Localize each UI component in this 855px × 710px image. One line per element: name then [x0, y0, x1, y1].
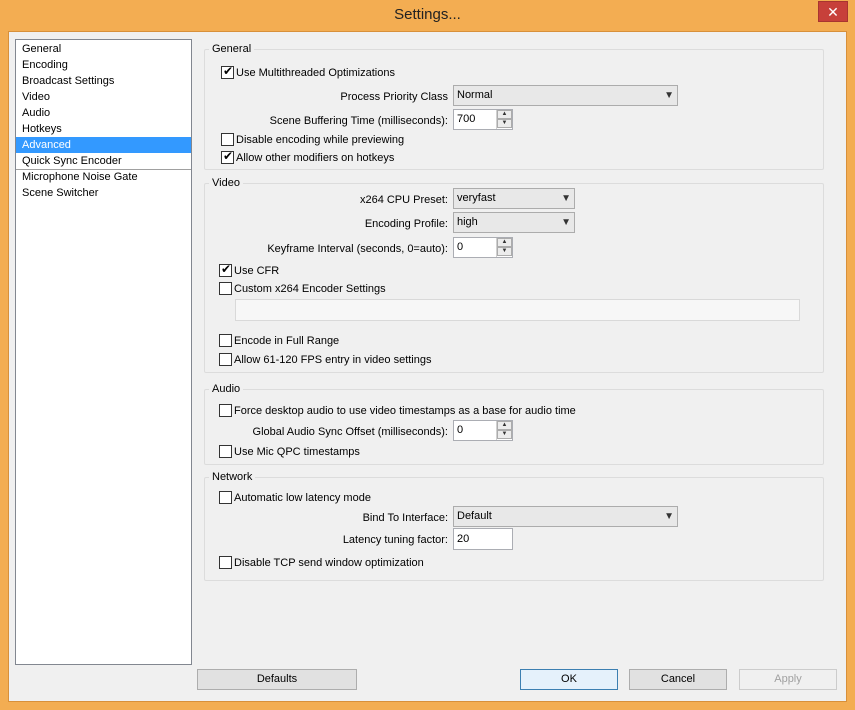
- chevron-down-icon: ▼: [664, 90, 674, 101]
- video-group-label: Video: [209, 176, 243, 190]
- latency-tuning-label: Latency tuning factor:: [342, 534, 448, 546]
- full-range-checkbox[interactable]: [219, 334, 232, 347]
- general-group-label: General: [209, 42, 255, 56]
- cfr-checkbox[interactable]: [219, 262, 232, 277]
- buffering-value: 700: [457, 113, 476, 125]
- high-fps-checkbox-row[interactable]: Allow 61-120 FPS entry in video settings: [219, 352, 432, 367]
- multithreaded-label: Use Multithreaded Optimizations: [236, 66, 395, 79]
- video-group: Video x264 CPU Preset: veryfast ▼ Encodi…: [204, 176, 824, 373]
- bind-interface-label: Bind To Interface:: [362, 512, 448, 524]
- spin-buttons: ▲ ▼: [496, 238, 512, 257]
- mic-qpc-checkbox-row[interactable]: Use Mic QPC timestamps: [219, 444, 360, 459]
- modifiers-checkbox[interactable]: [221, 149, 234, 164]
- preset-label: x264 CPU Preset:: [359, 194, 448, 206]
- force-timestamps-checkbox-row[interactable]: Force desktop audio to use video timesta…: [219, 403, 576, 418]
- close-button[interactable]: ✕: [818, 1, 848, 22]
- tcp-window-checkbox-row[interactable]: Disable TCP send window optimization: [219, 555, 424, 570]
- spin-down-icon[interactable]: ▼: [497, 247, 512, 256]
- multithreaded-checkbox-row[interactable]: Use Multithreaded Optimizations: [221, 64, 395, 80]
- custom-x264-checkbox-row[interactable]: Custom x264 Encoder Settings: [219, 281, 386, 296]
- audio-group-label: Audio: [209, 382, 244, 396]
- spin-up-icon[interactable]: ▲: [497, 110, 512, 119]
- buffering-spinbox[interactable]: 700 ▲ ▼: [453, 109, 513, 130]
- client-area: General Encoding Broadcast Settings Vide…: [8, 31, 847, 702]
- high-fps-label: Allow 61-120 FPS entry in video settings: [234, 353, 432, 366]
- high-fps-checkbox[interactable]: [219, 353, 232, 366]
- general-group: General Use Multithreaded Optimizations …: [204, 42, 824, 170]
- cancel-button[interactable]: Cancel: [629, 669, 727, 690]
- tcp-window-label: Disable TCP send window optimization: [234, 556, 424, 569]
- network-group: Network Automatic low latency mode Bind …: [204, 470, 824, 581]
- settings-window: Settings... ✕ General Encoding Broadcast…: [0, 0, 855, 710]
- spin-up-icon[interactable]: ▲: [497, 421, 512, 430]
- custom-x264-input[interactable]: [235, 299, 800, 321]
- cfr-checkbox-row[interactable]: Use CFR: [219, 262, 280, 278]
- mic-qpc-label: Use Mic QPC timestamps: [234, 445, 360, 458]
- sidebar-item-audio[interactable]: Audio: [16, 105, 191, 121]
- keyframe-spinbox[interactable]: 0 ▲ ▼: [453, 237, 513, 258]
- chevron-down-icon: ▼: [561, 193, 571, 204]
- modifiers-checkbox-row[interactable]: Allow other modifiers on hotkeys: [221, 149, 395, 165]
- sidebar-item-quick-sync-encoder[interactable]: Quick Sync Encoder: [16, 153, 191, 169]
- multithreaded-checkbox[interactable]: [221, 64, 234, 79]
- keyframe-label: Keyframe Interval (seconds, 0=auto):: [267, 243, 448, 255]
- spin-buttons: ▲ ▼: [496, 421, 512, 440]
- ok-button[interactable]: OK: [520, 669, 618, 690]
- sidebar-item-broadcast-settings[interactable]: Broadcast Settings: [16, 73, 191, 89]
- profile-value: high: [457, 216, 478, 228]
- mic-qpc-checkbox[interactable]: [219, 445, 232, 458]
- chevron-down-icon: ▼: [664, 511, 674, 522]
- sidebar-item-scene-switcher[interactable]: Scene Switcher: [16, 185, 191, 201]
- sidebar-item-encoding[interactable]: Encoding: [16, 57, 191, 73]
- preset-dropdown[interactable]: veryfast ▼: [453, 188, 575, 209]
- tcp-window-checkbox[interactable]: [219, 556, 232, 569]
- profile-label: Encoding Profile:: [364, 218, 448, 230]
- disable-preview-label: Disable encoding while previewing: [236, 133, 405, 146]
- apply-button[interactable]: Apply: [739, 669, 837, 690]
- preset-value: veryfast: [457, 192, 496, 204]
- title-bar[interactable]: Settings... ✕: [0, 0, 855, 31]
- buffering-label: Scene Buffering Time (milliseconds):: [269, 115, 448, 127]
- sidebar-item-video[interactable]: Video: [16, 89, 191, 105]
- audio-group: Audio Force desktop audio to use video t…: [204, 382, 824, 465]
- latency-tuning-input[interactable]: 20: [453, 528, 513, 550]
- spin-up-icon[interactable]: ▲: [497, 238, 512, 247]
- low-latency-checkbox[interactable]: [219, 491, 232, 504]
- bind-interface-dropdown[interactable]: Default ▼: [453, 506, 678, 527]
- low-latency-checkbox-row[interactable]: Automatic low latency mode: [219, 490, 371, 505]
- spin-down-icon[interactable]: ▼: [497, 119, 512, 128]
- sidebar-item-hotkeys[interactable]: Hotkeys: [16, 121, 191, 137]
- custom-x264-label: Custom x264 Encoder Settings: [234, 282, 386, 295]
- force-timestamps-checkbox[interactable]: [219, 404, 232, 417]
- disable-preview-checkbox-row[interactable]: Disable encoding while previewing: [221, 132, 404, 147]
- bind-interface-value: Default: [457, 510, 492, 522]
- cfr-label: Use CFR: [234, 264, 280, 277]
- force-timestamps-label: Force desktop audio to use video timesta…: [234, 404, 576, 417]
- priority-dropdown[interactable]: Normal ▼: [453, 85, 678, 106]
- keyframe-value: 0: [457, 241, 464, 253]
- chevron-down-icon: ▼: [561, 217, 571, 228]
- sync-offset-spinbox[interactable]: 0 ▲ ▼: [453, 420, 513, 441]
- full-range-checkbox-row[interactable]: Encode in Full Range: [219, 333, 339, 348]
- sidebar-item-advanced[interactable]: Advanced: [16, 137, 191, 153]
- disable-preview-checkbox[interactable]: [221, 133, 234, 146]
- low-latency-label: Automatic low latency mode: [234, 491, 371, 504]
- defaults-button[interactable]: Defaults: [197, 669, 357, 690]
- custom-x264-checkbox[interactable]: [219, 282, 232, 295]
- full-range-label: Encode in Full Range: [234, 334, 340, 347]
- modifiers-label: Allow other modifiers on hotkeys: [236, 151, 395, 164]
- profile-dropdown[interactable]: high ▼: [453, 212, 575, 233]
- spin-down-icon[interactable]: ▼: [497, 430, 512, 439]
- settings-category-list[interactable]: General Encoding Broadcast Settings Vide…: [15, 39, 192, 665]
- sidebar-item-general[interactable]: General: [16, 41, 191, 57]
- sync-offset-label: Global Audio Sync Offset (milliseconds):: [252, 426, 448, 438]
- spin-buttons: ▲ ▼: [496, 110, 512, 129]
- priority-label: Process Priority Class: [340, 91, 448, 103]
- priority-value: Normal: [457, 89, 493, 101]
- sidebar-item-microphone-noise-gate[interactable]: Microphone Noise Gate: [16, 169, 191, 185]
- sync-offset-value: 0: [457, 424, 464, 436]
- window-title: Settings...: [394, 6, 461, 23]
- network-group-label: Network: [209, 470, 256, 484]
